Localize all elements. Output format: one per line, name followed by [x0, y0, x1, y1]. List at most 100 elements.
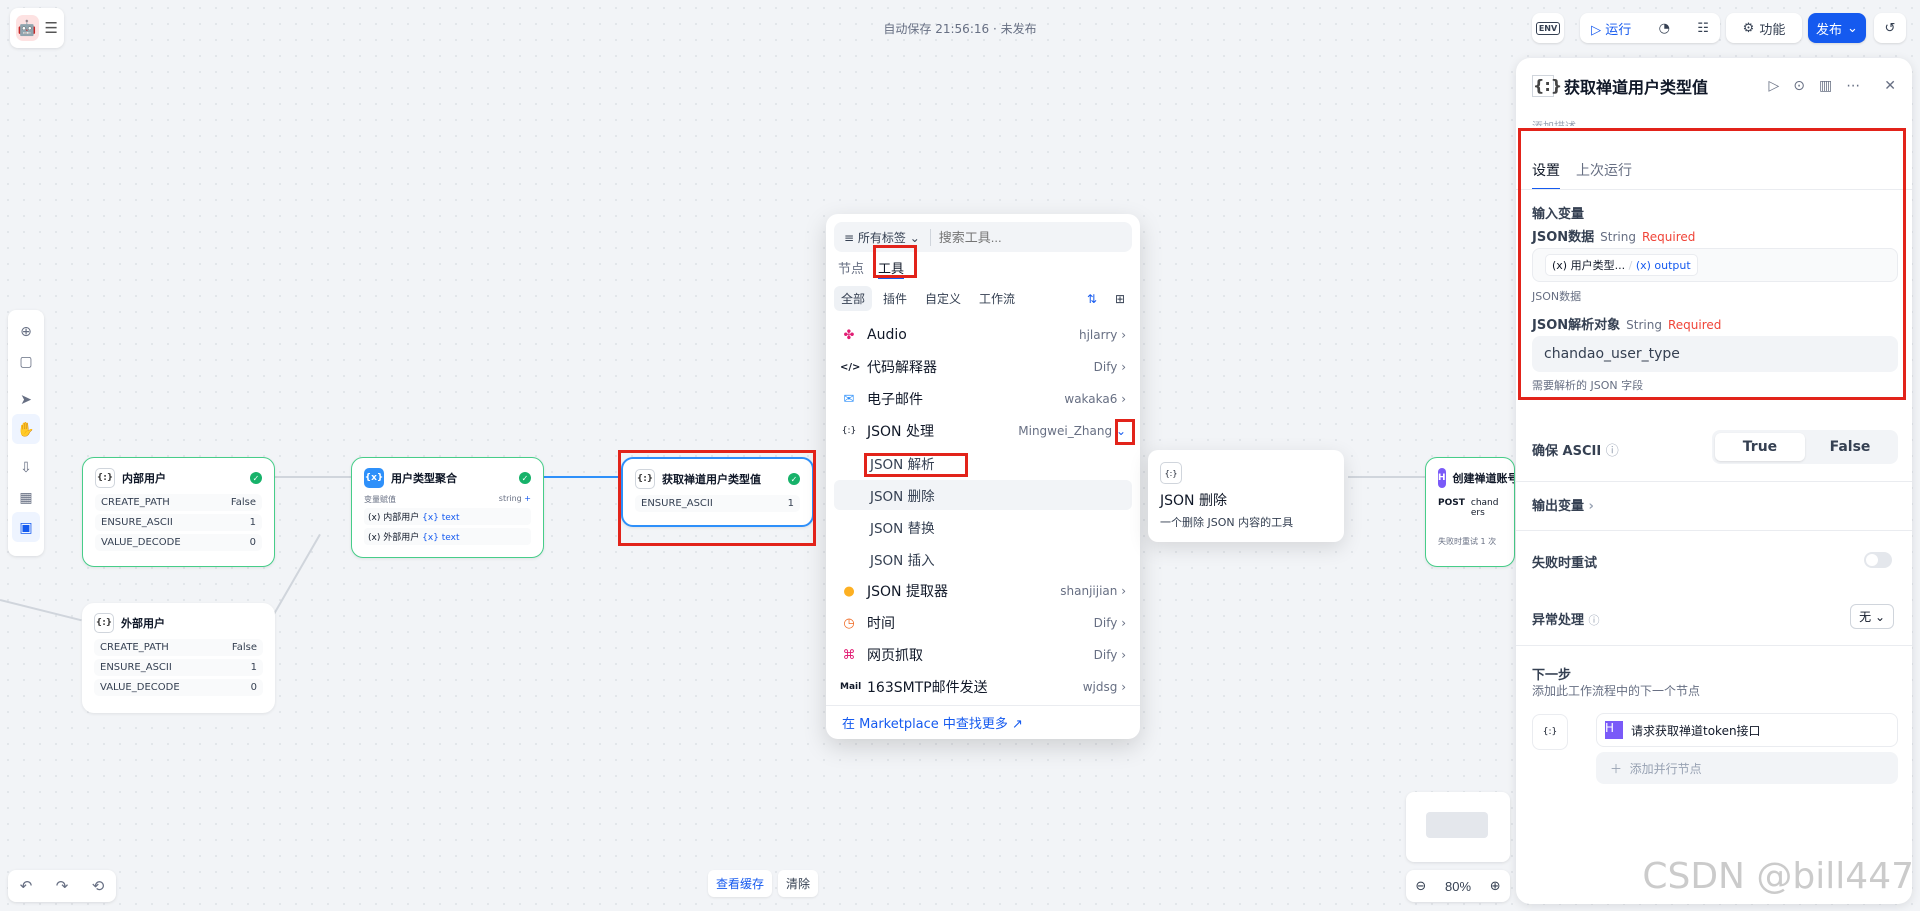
undo-icon[interactable]: ↶ — [20, 877, 33, 895]
node-type-aggregator[interactable]: {x} 用户类型聚合 ✓ 变量赋值 string + (x) 内部用户 {x} tex… — [351, 457, 544, 558]
more-icon[interactable]: ⋯ — [1846, 78, 1860, 94]
next-node-item[interactable]: H 请求获取禅道token接口 — [1596, 713, 1898, 747]
redo-icon[interactable]: ↷ — [56, 877, 69, 895]
history-icon[interactable]: ↺ — [1874, 13, 1906, 43]
json-icon: {:} — [635, 469, 655, 489]
subtab-all[interactable]: 全部 — [834, 286, 873, 311]
subtab-custom[interactable]: 自定义 — [918, 286, 968, 311]
chevron-down-icon[interactable]: ⌄ — [1116, 424, 1126, 438]
next-step-label: 下一步 — [1532, 668, 1572, 683]
env-button[interactable]: ENV — [1532, 13, 1564, 43]
edge — [543, 476, 621, 478]
tree-view-icon[interactable]: ⊞ — [1108, 288, 1132, 310]
search-input[interactable] — [938, 229, 1099, 245]
hand-icon[interactable]: ✋ — [12, 414, 40, 444]
node-external-user[interactable]: {:} 外部用户 CREATE_PATH False ENSURE_ASCII 1 V… — [82, 603, 275, 713]
tab-settings[interactable]: 设置 — [1532, 160, 1560, 190]
node-internal-user[interactable]: {:} 内部用户 ✓ CREATE_PATH False ENSURE_ASCII 1 … — [82, 457, 275, 567]
run-step-icon[interactable]: ▷ — [1769, 78, 1780, 94]
tab-nodes[interactable]: 节点 — [838, 258, 864, 279]
section-input-vars: 输入变量 — [1532, 207, 1585, 222]
clock-icon: ◷ — [843, 615, 855, 631]
error-handling-select[interactable]: 无 ⌄ — [1850, 604, 1894, 629]
field-parse-object-label: JSON解析对象 String Required — [1532, 318, 1722, 333]
tool-json-insert[interactable]: JSON 插入 — [834, 544, 1132, 574]
run-button[interactable]: ▷ 运行 — [1591, 19, 1631, 38]
edge — [269, 533, 321, 622]
ensure-ascii-label: 确保 ASCII ⓘ — [1532, 444, 1619, 459]
tool-json-replace[interactable]: JSON 替换 — [834, 512, 1132, 542]
node-get-user-type[interactable]: {:} 获取禅道用户类型值 ✓ ENSURE_ASCII 1 — [621, 457, 814, 527]
field-json-data-label: JSON数据 String Required — [1532, 230, 1696, 245]
add-note-icon[interactable]: ▢ — [12, 346, 40, 376]
add-node-icon[interactable]: ⊕ — [12, 316, 40, 346]
http-icon: H — [1605, 721, 1623, 739]
node-title: 获取禅道用户类型值 — [662, 473, 761, 486]
close-icon[interactable]: ✕ — [1884, 78, 1896, 94]
cache-bar: 查看缓存 清除 — [708, 870, 819, 897]
variable-tag: (x) 用户类型... / (x) output — [1545, 254, 1698, 276]
help-icon: ⓘ — [1588, 614, 1600, 627]
undo-redo-bar: ↶ ↷ ⟲ — [8, 870, 116, 902]
checklist-icon[interactable]: ◔ — [1659, 21, 1670, 36]
tool-json-extractor[interactable]: ● JSON 提取器 shanjijian › — [834, 576, 1132, 606]
tab-tools[interactable]: 工具 — [878, 258, 905, 279]
param-row: CREATE_PATH False — [95, 494, 262, 511]
retry-switch[interactable] — [1864, 552, 1892, 568]
minimap-toggle-icon[interactable]: ▣ — [12, 512, 40, 542]
marketplace-link[interactable]: 在 Marketplace 中查找更多 ↗ — [826, 705, 1140, 739]
edge — [0, 599, 82, 622]
pointer-icon[interactable]: ➤ — [12, 384, 40, 414]
json-icon: {:} — [1160, 462, 1182, 484]
tab-last-run[interactable]: 上次运行 — [1576, 160, 1632, 190]
tool-json-process[interactable]: {:} JSON 处理 Mingwei_Zhang ⌄ — [834, 416, 1132, 446]
retry-info: 失败时重试 1 次 — [1438, 537, 1497, 546]
view-cache-button[interactable]: 查看缓存 — [708, 870, 773, 897]
version-history-icon[interactable]: ⟲ — [92, 877, 105, 895]
tool-tooltip: {:} JSON 删除 一个删除 JSON 内容的工具 — [1148, 450, 1344, 542]
add-parallel-button[interactable]: ＋ 添加并行节点 — [1596, 752, 1898, 784]
option-false[interactable]: False — [1805, 433, 1895, 461]
clear-cache-button[interactable]: 清除 — [778, 870, 819, 897]
json-data-input[interactable]: (x) 用户类型... / (x) output — [1532, 248, 1898, 282]
tool-code-interpreter[interactable]: </> 代码解释器 Dify › — [834, 352, 1132, 382]
publish-button[interactable]: 发布 ⌄ — [1808, 13, 1866, 43]
node-create-account[interactable]: H 创建禅道账号 POST chand ers 失败时重试 1 次 — [1425, 457, 1515, 567]
subtab-plugins[interactable]: 插件 — [876, 286, 914, 311]
tool-web-scraper[interactable]: ⌘ 网页抓取 Dify › — [834, 640, 1132, 670]
json-icon: {:} — [841, 426, 857, 436]
option-true[interactable]: True — [1715, 433, 1805, 461]
sort-icon[interactable]: ⇅ — [1080, 288, 1104, 310]
split-view-icon[interactable]: ▥ — [1819, 78, 1832, 94]
next-step-hint: 添加此工作流程中的下一个节点 — [1532, 684, 1701, 698]
tool-email[interactable]: ✉ 电子邮件 wakaka6 › — [834, 384, 1132, 414]
tool-time[interactable]: ◷ 时间 Dify › — [834, 608, 1132, 638]
tag-filter[interactable]: ≡ 所有标签 ⌄ — [834, 228, 931, 246]
success-icon: ✓ — [788, 473, 800, 485]
tool-json-parse[interactable]: JSON 解析 — [834, 448, 1132, 478]
mail-icon: Mail — [840, 682, 862, 692]
organize-icon[interactable]: ▦ — [12, 482, 40, 512]
zoom-out-icon[interactable]: ⊖ — [1415, 878, 1426, 894]
zoom-level[interactable]: 80% — [1445, 879, 1471, 894]
export-icon[interactable]: ⇩ — [12, 452, 40, 482]
zoom-in-icon[interactable]: ⊕ — [1490, 878, 1501, 894]
features-button[interactable]: ⚙ 功能 — [1726, 13, 1802, 43]
error-handling-label: 异常处理 ⓘ — [1532, 613, 1600, 628]
audio-icon: ✤ — [843, 327, 855, 343]
parse-object-input[interactable]: chandao_user_type — [1532, 336, 1898, 372]
minimap[interactable] — [1406, 792, 1510, 862]
subtab-workflow[interactable]: 工作流 — [972, 286, 1022, 311]
json-icon: {:} — [94, 613, 114, 633]
node-title: 创建禅道账号 — [1452, 472, 1515, 485]
help-icon[interactable]: ⊙ — [1793, 78, 1805, 94]
description-input[interactable]: 添加描述... — [1532, 118, 1587, 126]
tool-audio[interactable]: ✤ Audio hjlarry › — [834, 320, 1132, 350]
help-icon: ⓘ — [1605, 444, 1619, 459]
tool-json-delete[interactable]: JSON 删除 — [834, 480, 1132, 510]
code-icon: </> — [840, 361, 861, 373]
variable-icon: {x} — [364, 468, 384, 488]
tool-163smtp[interactable]: Mail 163SMTP邮件发送 wjdsg › — [834, 672, 1132, 702]
list-icon[interactable]: ☷ — [1697, 21, 1709, 36]
output-vars-toggle[interactable]: 输出变量 › — [1532, 495, 1594, 514]
